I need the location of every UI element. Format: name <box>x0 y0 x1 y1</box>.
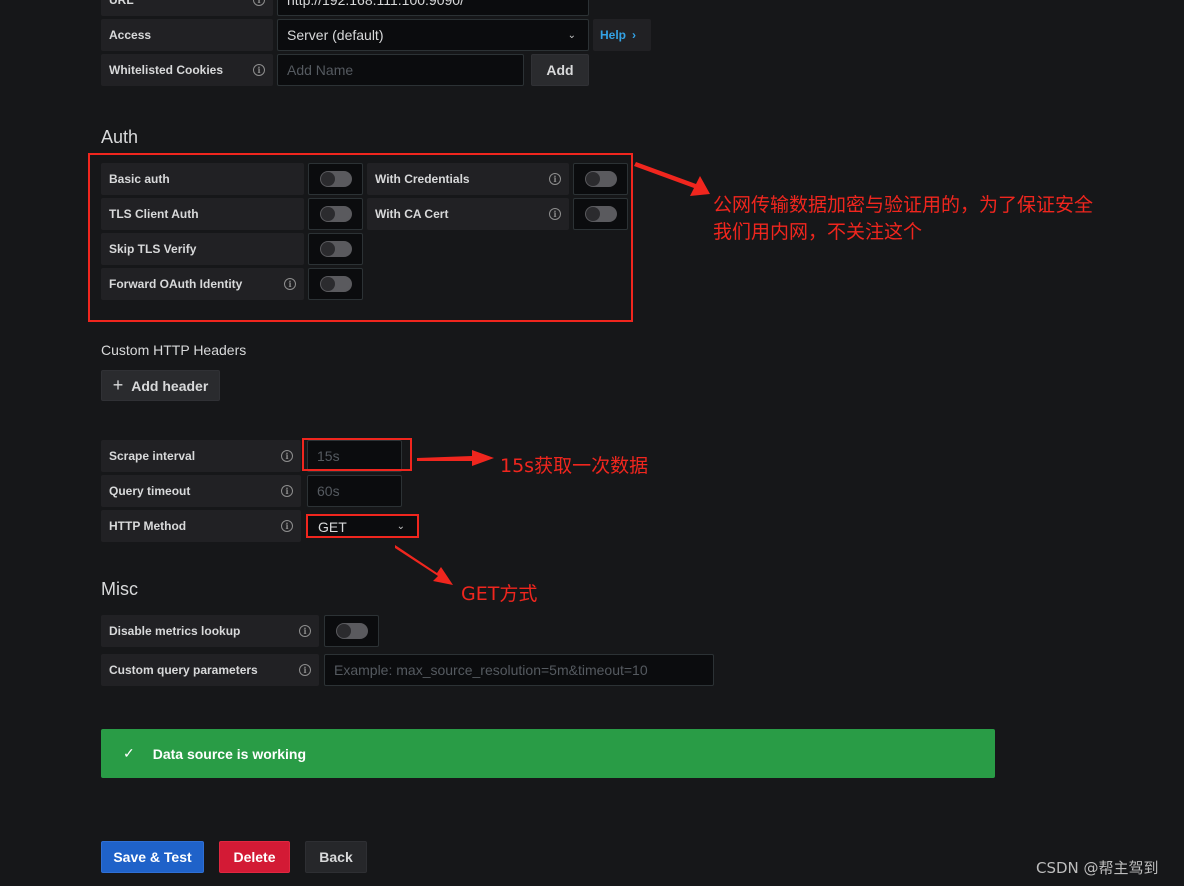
query-timeout-placeholder: 60s <box>317 483 340 499</box>
add-cookie-button[interactable]: Add <box>531 54 589 86</box>
arrow-shape <box>634 162 710 196</box>
url-value: http://192.168.111.100:9090/ <box>287 0 464 8</box>
info-icon[interactable]: i <box>281 450 293 462</box>
back-button[interactable]: Back <box>305 841 367 873</box>
custom-query-params-text: Custom query parameters <box>109 663 258 677</box>
add-cookie-label: Add <box>546 62 574 78</box>
custom-query-params-input[interactable]: Example: max_source_resolution=5m&timeou… <box>324 654 714 686</box>
info-icon[interactable]: i <box>253 0 265 6</box>
plus-icon: + <box>112 375 124 395</box>
status-alert: ✓ Data source is working <box>101 729 995 778</box>
method-annotation-text: GET方式 <box>461 583 538 605</box>
cookie-placeholder: Add Name <box>287 62 354 78</box>
auth-note-line1: 公网传输数据加密与验证用的，为了保证安全 <box>713 194 1094 216</box>
save-test-label: Save & Test <box>113 849 192 865</box>
method-annotation-arrow <box>395 545 453 585</box>
arrow-shape <box>395 545 453 585</box>
add-header-button[interactable]: + Add header <box>101 370 220 401</box>
scrape-annotation-text: 15s获取一次数据 <box>500 455 649 477</box>
scrape-interval-text: Scrape interval <box>109 449 196 463</box>
scrape-interval-label: Scrape interval i <box>101 440 301 472</box>
cookie-name-input[interactable]: Add Name <box>277 54 524 86</box>
scrape-annotation-box <box>302 438 412 471</box>
disable-metrics-lookup-label: Disable metrics lookup i <box>101 615 319 647</box>
status-message: Data source is working <box>152 745 307 762</box>
misc-section-title: Misc <box>101 579 138 599</box>
auth-note-line2: 我们用内网，不关注这个 <box>713 221 923 243</box>
watermark: CSDN @帮主驾到 <box>1036 859 1159 877</box>
access-label: Access <box>101 19 273 51</box>
query-timeout-input[interactable]: 60s <box>307 475 402 507</box>
url-label: URL i <box>101 0 273 16</box>
http-method-label: HTTP Method i <box>101 510 301 542</box>
custom-query-params-placeholder: Example: max_source_resolution=5m&timeou… <box>334 662 648 678</box>
access-label-text: Access <box>109 28 152 42</box>
custom-query-params-label: Custom query parameters i <box>101 654 319 686</box>
arrow-shape <box>417 450 494 466</box>
disable-metrics-lookup-toggle[interactable] <box>324 615 379 647</box>
back-label: Back <box>319 849 353 865</box>
help-label: Help <box>600 28 627 42</box>
chevron-right-icon: › <box>632 28 637 42</box>
add-header-label: Add header <box>131 377 209 394</box>
toggle-track <box>336 623 368 639</box>
toggle-knob <box>337 624 351 638</box>
info-icon[interactable]: i <box>253 64 265 76</box>
info-icon[interactable]: i <box>281 520 293 532</box>
disable-metrics-lookup-text: Disable metrics lookup <box>109 624 241 638</box>
delete-button[interactable]: Delete <box>219 841 290 873</box>
access-value: Server (default) <box>287 27 384 43</box>
whitelisted-cookies-label: Whitelisted Cookies i <box>101 54 273 86</box>
check-icon: ✓ <box>123 745 135 761</box>
method-annotation-box <box>306 514 419 538</box>
info-icon[interactable]: i <box>299 664 311 676</box>
access-select[interactable]: Server (default) ⌄ <box>277 19 589 51</box>
auth-annotation-text: 公网传输数据加密与验证用的，为了保证安全 我们用内网，不关注这个 <box>713 192 1093 246</box>
auth-annotation-arrow <box>634 162 710 196</box>
save-test-button[interactable]: Save & Test <box>101 841 204 873</box>
query-timeout-label: Query timeout i <box>101 475 301 507</box>
chevron-down-icon: ⌄ <box>567 29 576 41</box>
auth-section-title: Auth <box>101 127 139 147</box>
whitelisted-cookies-text: Whitelisted Cookies <box>109 63 224 77</box>
scrape-annotation-arrow <box>417 450 494 466</box>
delete-label: Delete <box>233 849 276 865</box>
http-method-text: HTTP Method <box>109 519 187 533</box>
help-button[interactable]: Help › <box>593 19 651 51</box>
query-timeout-text: Query timeout <box>109 484 191 498</box>
url-label-text: URL <box>109 0 134 7</box>
info-icon[interactable]: i <box>299 625 311 637</box>
info-icon[interactable]: i <box>281 485 293 497</box>
auth-annotation-box <box>88 153 633 322</box>
url-input[interactable]: http://192.168.111.100:9090/ <box>277 0 589 16</box>
custom-headers-title: Custom HTTP Headers <box>101 342 247 358</box>
